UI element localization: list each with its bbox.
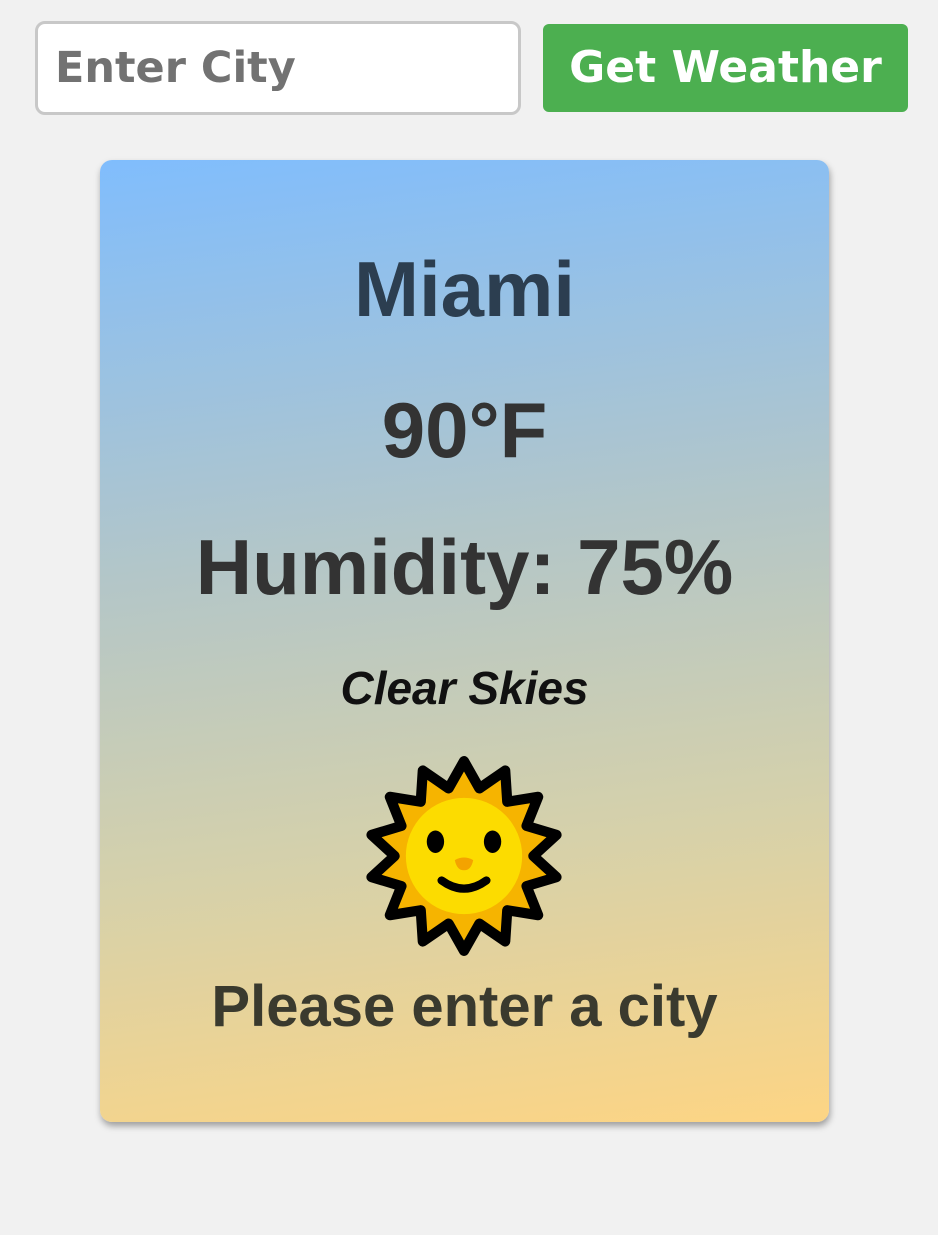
city-name: Miami xyxy=(353,245,576,333)
sun-with-face-icon xyxy=(366,756,562,956)
status-message: Please enter a city xyxy=(211,974,718,1039)
humidity: Humidity: 75% xyxy=(195,523,734,611)
weather-card: Miami 90°F Humidity: 75% Clear Skies Ple… xyxy=(100,160,829,1122)
temperature: 90°F xyxy=(381,386,548,474)
get-weather-button[interactable]: Get Weather xyxy=(543,24,908,112)
city-input[interactable] xyxy=(35,21,521,115)
weather-condition: Clear Skies xyxy=(340,662,589,714)
